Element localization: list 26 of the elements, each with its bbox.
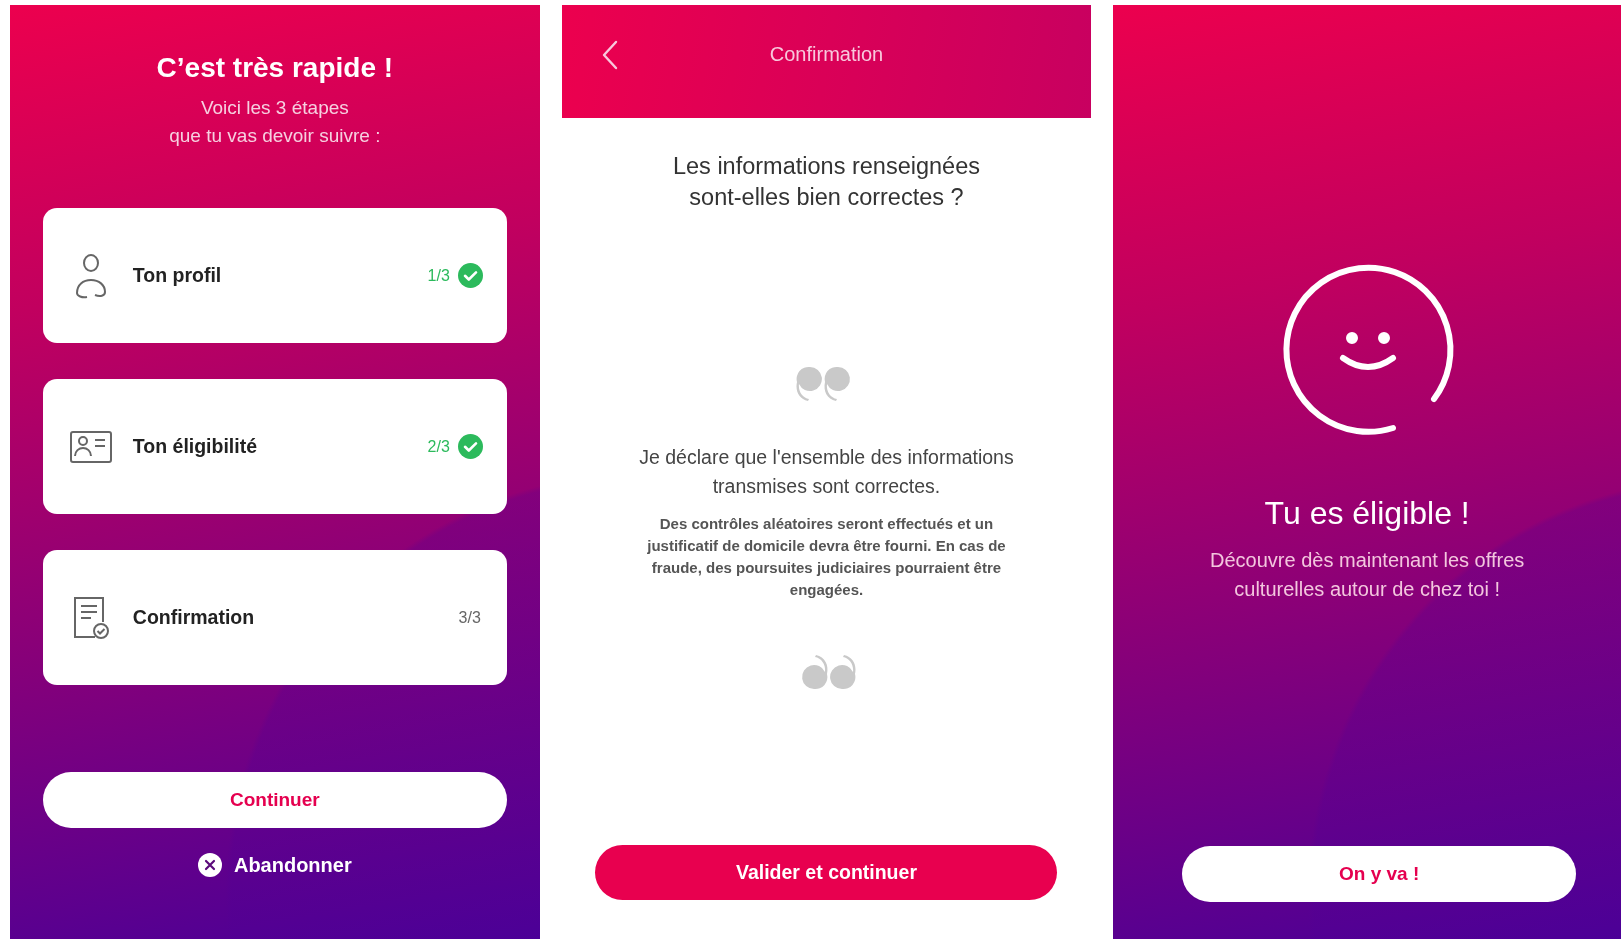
eligible-message: Découvre dès maintenant les offres culturelles autour de chez toi !: [1210, 548, 1525, 602]
step-label: Ton éligibilité: [132, 435, 259, 458]
step-counter: 3/3: [458, 608, 481, 627]
back-icon[interactable]: [601, 40, 618, 70]
declaration-text: Je déclare que l'ensemble des informations transmises sont correctes.: [638, 445, 1015, 499]
screen-title: C’est très rapide !: [156, 52, 394, 84]
step-label: Confirmation: [132, 606, 256, 629]
abandon-link[interactable]: Abandonner: [233, 853, 352, 877]
step-counter: 2/3: [427, 437, 450, 456]
screen-subtitle: Voici les 3 étapes que tu vas devoir suivre :: [169, 96, 381, 148]
id-card-icon: [68, 428, 113, 465]
question-heading: Les informations renseignées sont-elles bien correctes ?: [673, 152, 980, 212]
continue-button[interactable]: Continuer: [42, 772, 507, 828]
notice-text: Des contrôles aléatoires seront effectués et un justificatif de domicile devra être fourni. En cas de fraude, des poursuites judiciaires pourraient être engagées.: [646, 514, 1007, 600]
validate-button[interactable]: Valider et continuer: [595, 845, 1058, 900]
step-card[interactable]: Ton éligibilité 2/3: [42, 379, 507, 514]
eligible-title: Tu es éligible !: [1264, 495, 1470, 532]
check-icon: [457, 263, 483, 288]
step-counter: 1/3: [427, 266, 450, 285]
go-button[interactable]: On y va !: [1182, 846, 1577, 902]
close-icon[interactable]: [197, 853, 222, 877]
check-icon: [457, 434, 483, 459]
step-label: Ton profil: [132, 264, 223, 287]
step-card[interactable]: Confirmation 3/3: [42, 550, 507, 685]
step-card[interactable]: Ton profil 1/3: [42, 208, 507, 343]
header-title: Confirmation: [769, 43, 884, 66]
